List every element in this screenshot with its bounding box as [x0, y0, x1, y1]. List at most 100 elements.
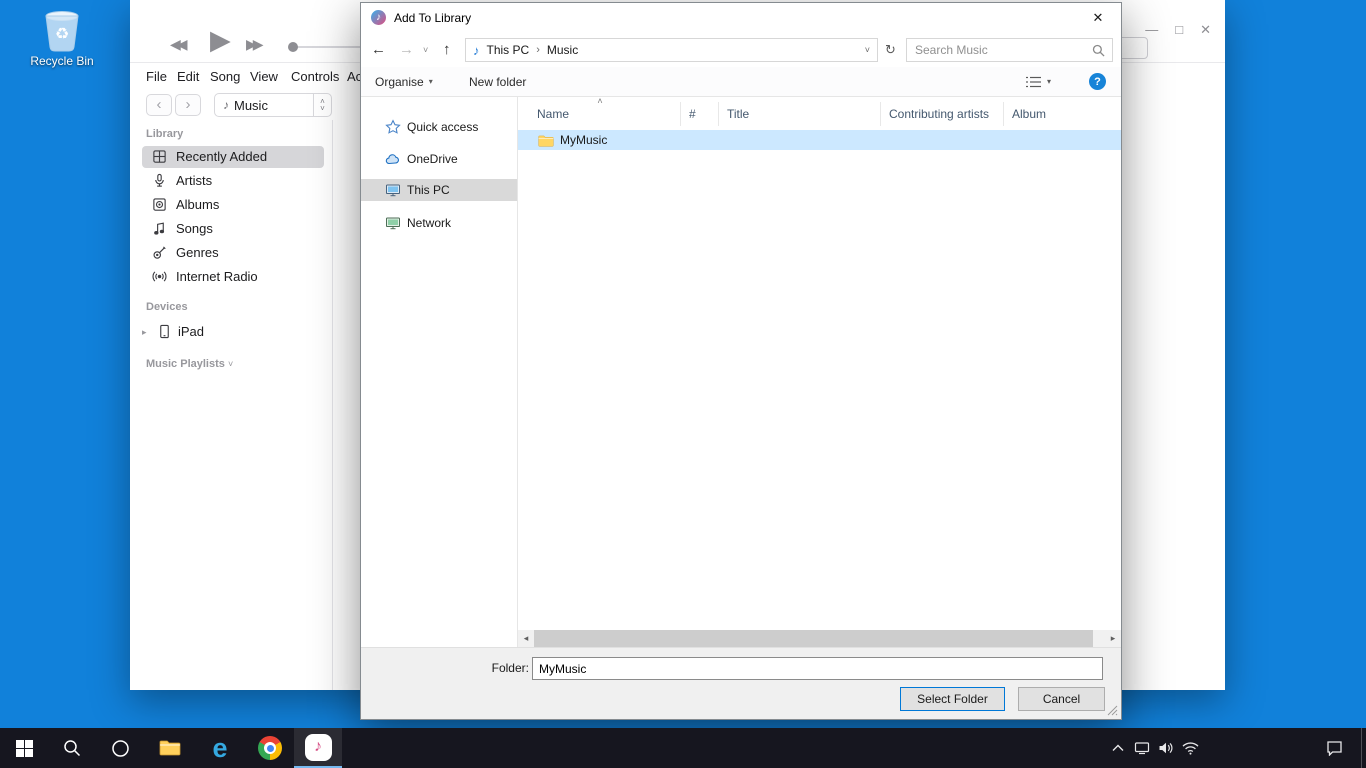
address-dropdown-icon[interactable]: ˅ [865, 45, 870, 55]
recent-locations-dropdown[interactable]: ˅ [423, 45, 428, 55]
scroll-left-icon[interactable]: ◂ [518, 630, 534, 647]
chrome-button[interactable] [246, 728, 294, 768]
show-desktop-button[interactable] [1361, 728, 1366, 768]
scrollbar-thumb[interactable] [534, 630, 1093, 647]
column-header-album[interactable]: Album [1004, 102, 1121, 126]
speaker-icon[interactable] [1156, 728, 1176, 768]
dialog-footer: Folder: Select Folder Cancel [361, 647, 1121, 719]
taskbar: e ♪ [0, 728, 1366, 768]
search-icon [1092, 44, 1105, 57]
display-tray-icon[interactable] [1132, 728, 1152, 768]
computer-icon [385, 182, 401, 198]
menu-file[interactable]: File [146, 69, 167, 84]
action-center-button[interactable] [1316, 728, 1352, 768]
back-arrow-button[interactable]: ← [371, 41, 386, 58]
selector-chevrons-icon[interactable]: ˄˅ [313, 94, 331, 116]
chrome-icon [258, 736, 282, 760]
itunes-button[interactable]: ♪ [294, 728, 342, 768]
play-button[interactable]: ▶ [210, 25, 231, 56]
menu-edit[interactable]: Edit [177, 69, 199, 84]
sidebar-item-artists[interactable]: Artists [130, 170, 333, 192]
organise-button[interactable]: Organise ▾ [375, 67, 433, 96]
sidebar-item-albums[interactable]: Albums [130, 194, 333, 216]
dialog-close-button[interactable]: ✕ [1075, 3, 1121, 33]
file-name: MyMusic [560, 133, 607, 147]
up-arrow-button[interactable]: ↑ [443, 41, 451, 58]
search-button[interactable] [48, 728, 96, 768]
resize-grip[interactable] [1107, 705, 1118, 716]
list-view-icon [1025, 75, 1042, 89]
sidebar-item-songs[interactable]: Songs [130, 218, 333, 240]
help-button[interactable]: ? [1089, 73, 1106, 90]
close-button[interactable]: ✕ [1200, 22, 1211, 38]
select-folder-button[interactable]: Select Folder [900, 687, 1005, 711]
rewind-button[interactable]: ◀◀ [170, 36, 184, 53]
windows-logo-icon [16, 740, 33, 757]
column-headers: Name # Title Contributing artists Album [518, 102, 1121, 126]
sidebar-item-recently-added[interactable]: Recently Added [130, 146, 333, 168]
folder-field-label: Folder: [481, 661, 529, 675]
new-folder-button[interactable]: New folder [469, 67, 526, 96]
sidebar-item-genres[interactable]: Genres [130, 242, 333, 264]
scroll-right-icon[interactable]: ▸ [1105, 630, 1121, 647]
cancel-button[interactable]: Cancel [1018, 687, 1105, 711]
address-box[interactable]: ♪ This PC › Music ˅ [465, 38, 878, 62]
maximize-button[interactable]: □ [1175, 22, 1183, 38]
microphone-icon [152, 173, 167, 188]
music-note-icon [152, 221, 167, 236]
start-button[interactable] [0, 728, 48, 768]
folder-name-input[interactable] [532, 657, 1103, 680]
view-mode-button[interactable]: ▾ [1025, 67, 1051, 96]
recycle-bin[interactable]: ♻ Recycle Bin [30, 6, 94, 68]
media-type-label: Music [234, 98, 313, 113]
nav-item-quick-access[interactable]: Quick access [361, 116, 517, 138]
refresh-button[interactable]: ↻ [885, 42, 896, 58]
expander-icon[interactable]: ▸ [142, 321, 147, 343]
grid-icon [152, 149, 167, 164]
search-icon [63, 739, 81, 757]
menu-controls[interactable]: Controls [291, 69, 339, 84]
network-icon [385, 215, 401, 231]
devices-heading: Devices [146, 301, 188, 313]
edge-button[interactable]: e [196, 728, 244, 768]
column-header-name[interactable]: Name [518, 102, 681, 126]
column-header-number[interactable]: # [681, 102, 719, 126]
file-explorer-button[interactable] [146, 728, 194, 768]
breadcrumb-music[interactable]: Music [540, 43, 585, 57]
breadcrumb-this-pc[interactable]: This PC [480, 43, 537, 57]
sidebar-item-ipad[interactable]: ▸ iPad [130, 321, 333, 343]
nav-item-network[interactable]: Network [361, 212, 517, 234]
horizontal-scrollbar[interactable]: ◂ ▸ [518, 630, 1121, 647]
nav-forward-button[interactable]: › [175, 94, 201, 116]
column-header-contributing-artists[interactable]: Contributing artists [881, 102, 1004, 126]
media-type-selector[interactable]: ♪ Music ˄˅ [214, 93, 332, 117]
minimize-button[interactable]: — [1145, 22, 1158, 38]
column-header-title[interactable]: Title [719, 102, 881, 126]
sidebar-item-internet-radio[interactable]: Internet Radio [130, 266, 333, 288]
music-playlists-heading[interactable]: Music Playlists ˅ [146, 358, 233, 370]
dialog-title-bar[interactable]: ♪ Add To Library ✕ [361, 3, 1121, 33]
nav-item-onedrive[interactable]: OneDrive [361, 148, 517, 170]
system-tray [1108, 728, 1200, 768]
file-row-mymusic[interactable]: MyMusic [518, 130, 1121, 150]
action-center-icon [1326, 740, 1343, 756]
guitar-icon [152, 245, 167, 260]
cortana-button[interactable] [96, 728, 144, 768]
ipad-icon [157, 324, 172, 339]
dialog-title: Add To Library [394, 11, 471, 25]
nav-item-this-pc[interactable]: This PC [361, 179, 517, 201]
volume-knob[interactable] [288, 42, 298, 52]
search-box[interactable] [906, 38, 1113, 62]
nav-back-button[interactable]: ‹ [146, 94, 172, 116]
menu-view[interactable]: View [250, 69, 278, 84]
menu-song[interactable]: Song [210, 69, 240, 84]
hidden-icons-chevron-icon[interactable] [1108, 728, 1128, 768]
search-input[interactable] [907, 43, 1092, 57]
chevron-down-icon: ˅ [228, 359, 233, 369]
wifi-icon[interactable] [1180, 728, 1200, 768]
fast-forward-button[interactable]: ▶▶ [246, 36, 260, 53]
chevron-down-icon: ▾ [1047, 77, 1051, 86]
itunes-sidebar: Library Recently Added Artists [130, 120, 333, 690]
file-list-pane: ˄ Name # Title Contributing artists Albu… [518, 97, 1121, 647]
forward-arrow-button[interactable]: → [399, 41, 414, 58]
